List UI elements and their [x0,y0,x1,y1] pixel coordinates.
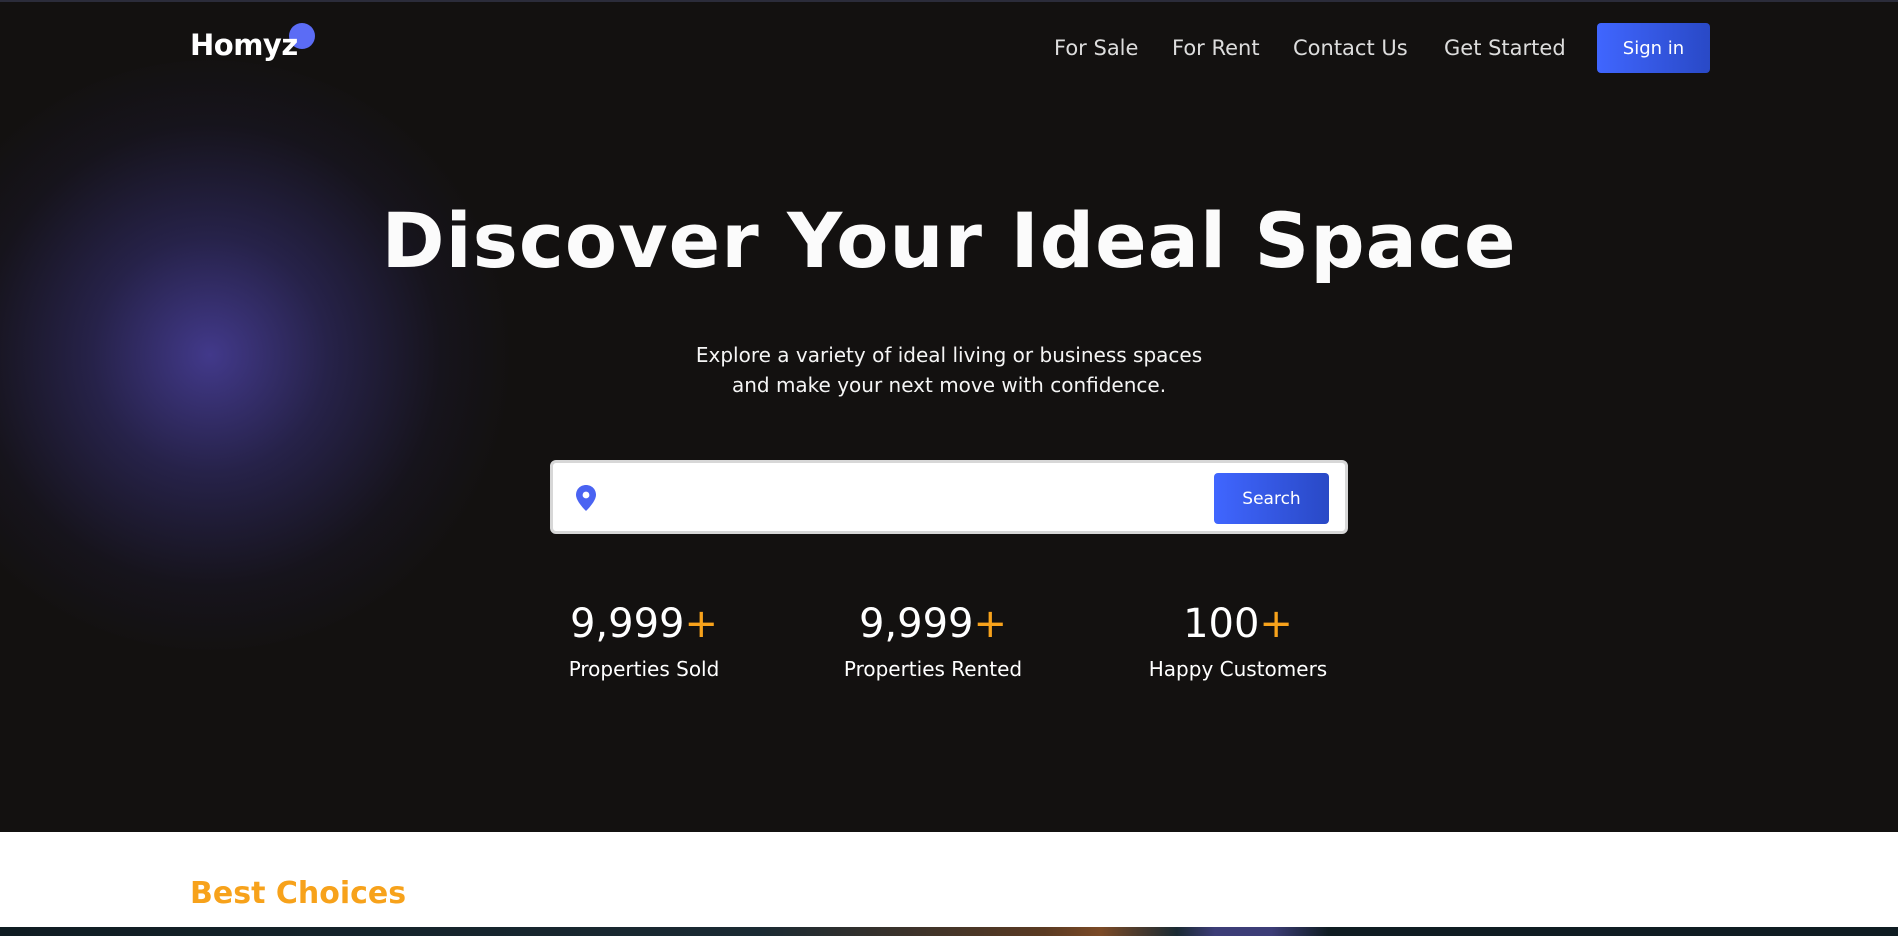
nav-for-rent[interactable]: For Rent [1172,36,1260,60]
nav-contact-us[interactable]: Contact Us [1293,36,1408,60]
stat-plus: + [973,601,1008,647]
stat-label: Properties Rented [843,657,1023,681]
logo[interactable]: Homyz [190,28,298,62]
hero-subtitle: Explore a variety of ideal living or bus… [0,340,1898,400]
stat-value: 9,999 [569,601,685,647]
hero-subtitle-line-1: Explore a variety of ideal living or bus… [695,343,1203,367]
hero-subtitle-line-2: and make your next move with confidence. [731,373,1167,397]
stat-plus: + [684,601,719,647]
stat-properties-sold: 9,999+ Properties Sold [524,596,764,684]
stat-value: 9,999 [858,601,974,647]
nav-for-sale[interactable]: For Sale [1054,36,1138,60]
stat-value: 100 [1183,601,1260,647]
hero-title: Discover Your Ideal Space [381,196,1517,285]
location-pin-icon [576,485,596,511]
stat-happy-customers: 100+ Happy Customers [1118,596,1358,684]
search-input[interactable] [613,475,1237,521]
sign-in-button[interactable]: Sign in [1597,23,1710,73]
stat-properties-rented: 9,999+ Properties Rented [813,596,1053,684]
stat-label: Properties Sold [568,657,720,681]
stat-plus: + [1259,601,1293,647]
search-bar: Search [550,460,1348,534]
stat-label: Happy Customers [1148,657,1328,681]
search-button[interactable]: Search [1214,473,1329,524]
section-title: Best Choices [190,876,407,911]
property-images-strip [0,927,1898,936]
nav-get-started[interactable]: Get Started [1444,36,1566,60]
site-header: Homyz For Sale For Rent Contact Us Get S… [0,0,1898,96]
